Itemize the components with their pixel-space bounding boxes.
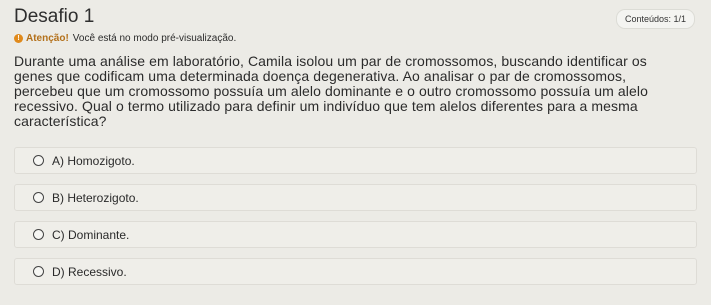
option-label: D) Recessivo. (52, 264, 127, 279)
answer-options: A) Homozigoto. B) Heterozigoto. C) Domin… (14, 147, 697, 285)
question-text: Durante uma análise em laboratório, Cami… (14, 53, 648, 129)
header: Desafio 1 Conteúdos: 1/1 (14, 0, 697, 30)
option-label: A) Homozigoto. (52, 153, 135, 168)
radio-button[interactable] (33, 266, 44, 277)
alert-icon: ! (14, 33, 23, 43)
option-c[interactable]: C) Dominante. (14, 221, 697, 248)
radio-button[interactable] (33, 155, 44, 166)
page-title: Desafio 1 (14, 6, 95, 27)
option-label: B) Heterozigoto. (52, 190, 139, 205)
notice-text: Você está no modo pré-visualização. (72, 33, 237, 44)
radio-button[interactable] (33, 192, 44, 203)
option-label: C) Dominante. (52, 227, 130, 242)
option-d[interactable]: D) Recessivo. (14, 258, 697, 285)
notice-strong: Atenção! (26, 33, 69, 44)
radio-button[interactable] (33, 229, 44, 240)
option-b[interactable]: B) Heterozigoto. (14, 184, 697, 211)
contents-badge[interactable]: Conteúdos: 1/1 (615, 9, 695, 29)
preview-notice: ! Atenção! Você está no modo pré-visualiza… (14, 32, 697, 48)
challenge-page: Desafio 1 Conteúdos: 1/1 ! Atenção! Você e… (0, 0, 711, 305)
option-a[interactable]: A) Homozigoto. (14, 147, 697, 174)
